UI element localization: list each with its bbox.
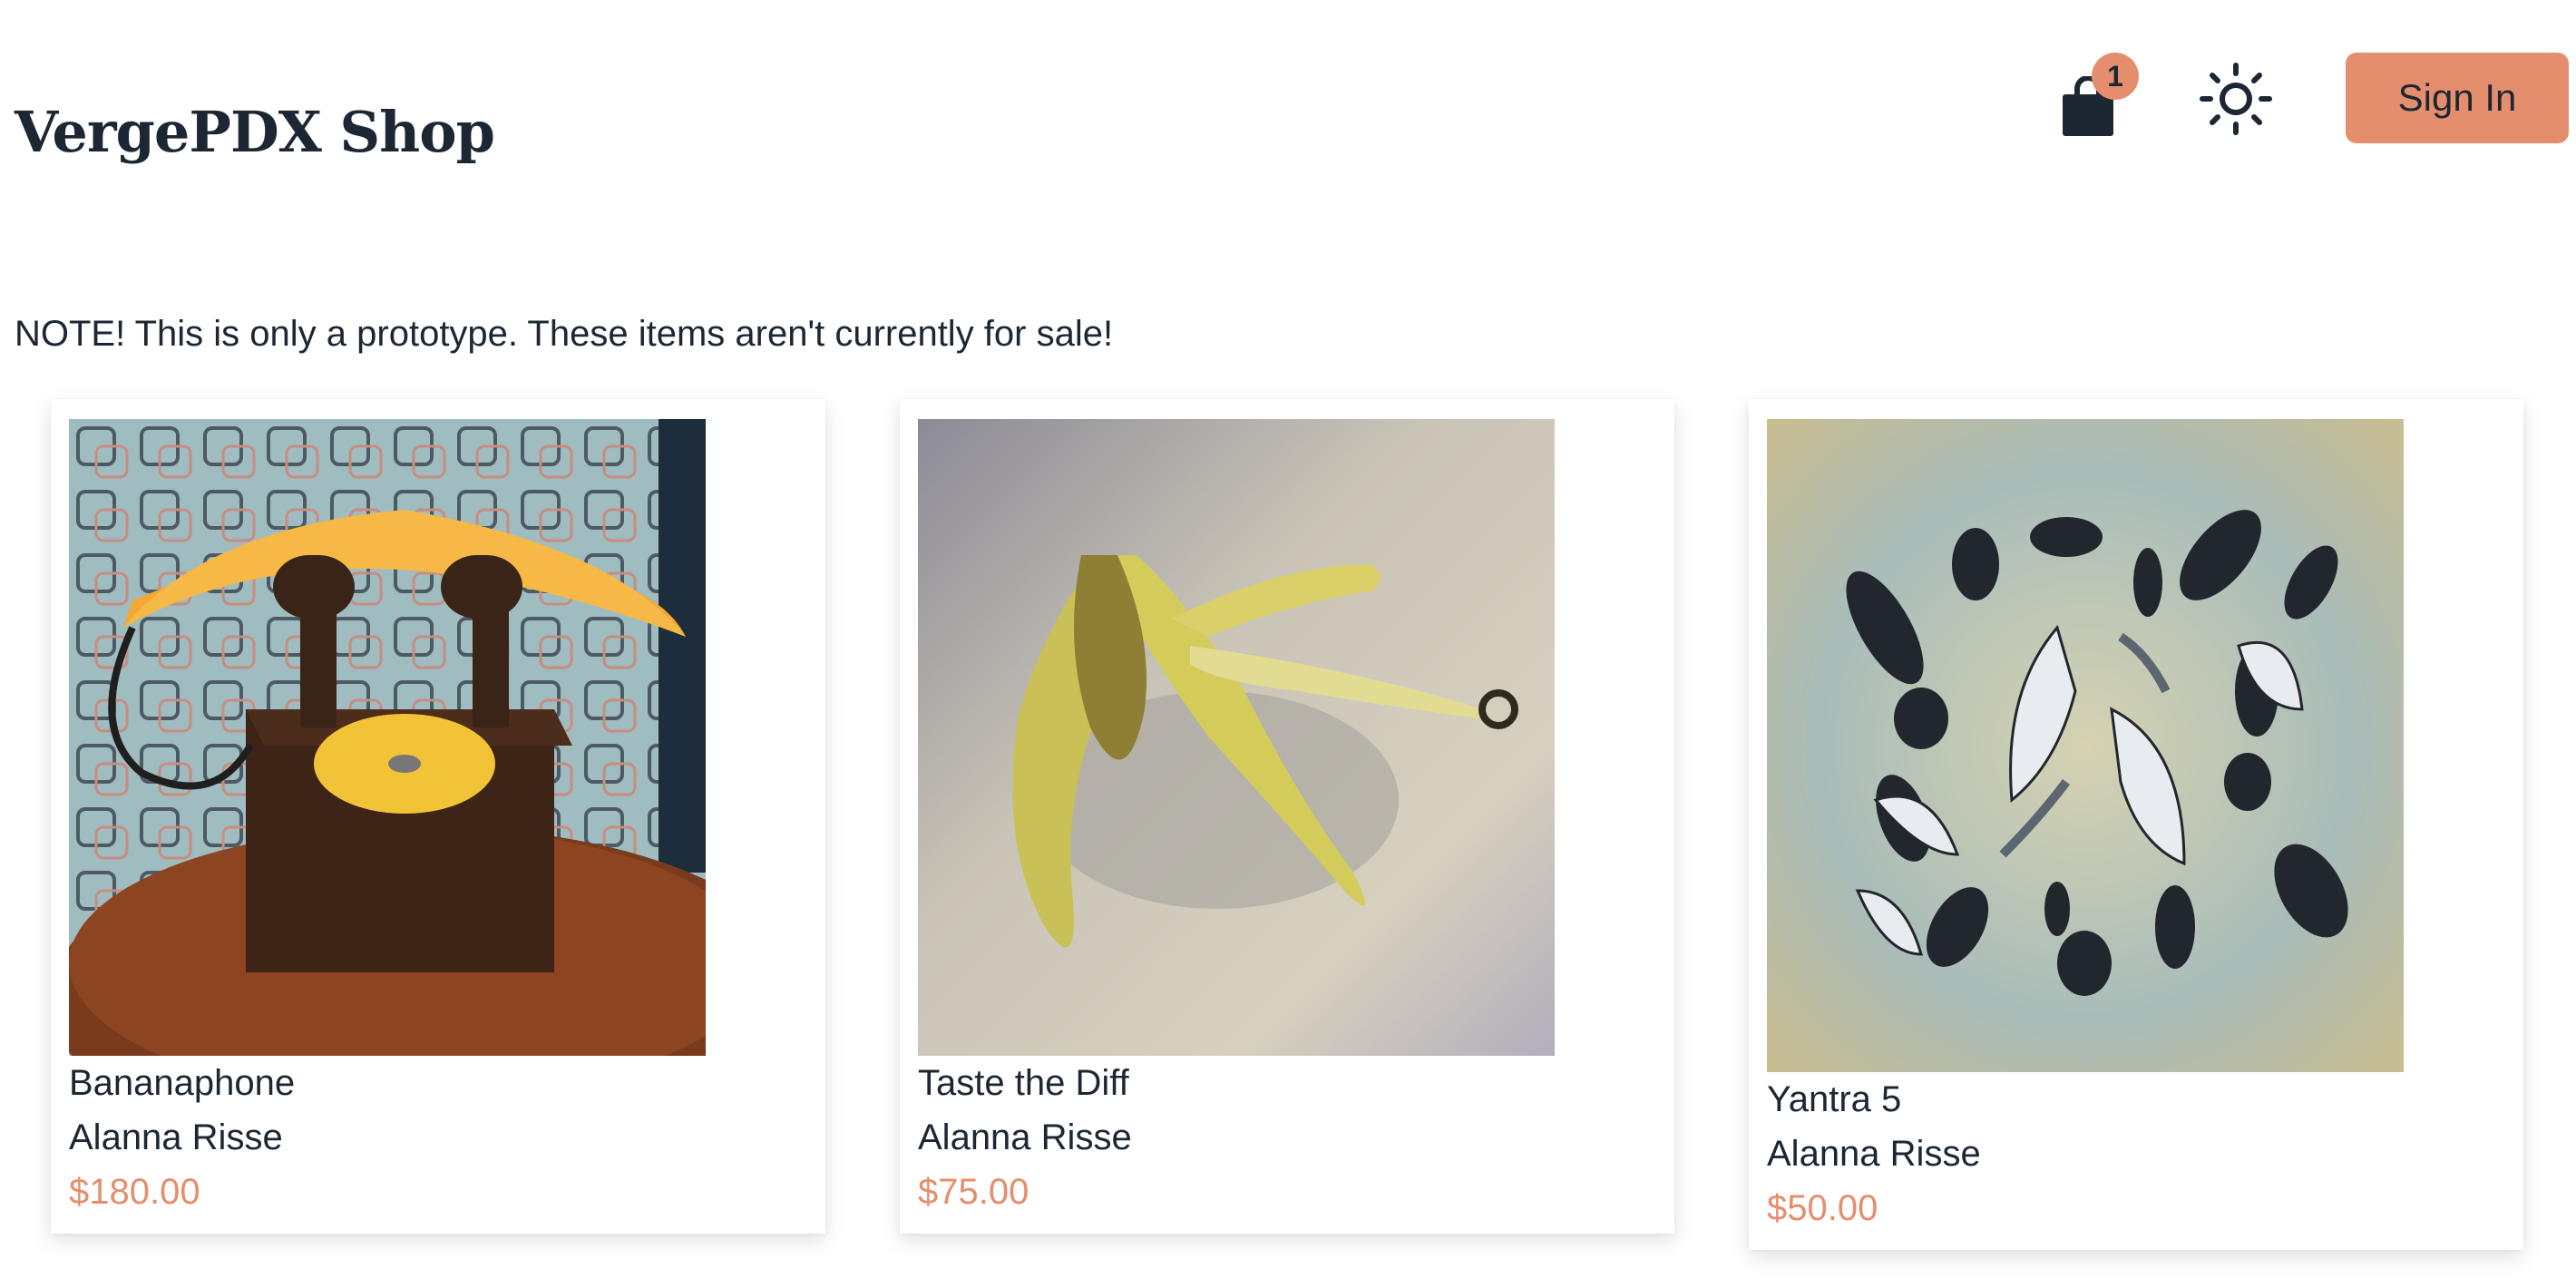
sun-icon — [2200, 63, 2272, 135]
product-card[interactable]: Bananaphone Alanna Risse $180.00 — [51, 399, 825, 1234]
product-grid: Bananaphone Alanna Risse $180.00 Taste t… — [51, 399, 2536, 1270]
product-title[interactable]: Bananaphone — [69, 1056, 795, 1110]
product-title[interactable]: Taste the Diff — [918, 1056, 1644, 1110]
cart-button[interactable]: 1 — [2032, 53, 2139, 147]
site-title[interactable]: VergePDX Shop — [15, 101, 495, 163]
product-artist: Alanna Risse — [69, 1117, 283, 1157]
shop-page: VergePDX Shop 1 Sign In NOTE! This is on… — [0, 0, 2576, 1288]
sign-in-button[interactable]: Sign In — [2346, 53, 2569, 143]
product-info: Taste the Diff Alanna Risse $75.00 — [918, 1056, 1644, 1219]
product-card[interactable]: Yantra 5 Alanna Risse $50.00 — [1749, 399, 2523, 1250]
product-price: $75.00 — [918, 1172, 1029, 1212]
product-title[interactable]: Yantra 5 — [1767, 1072, 2493, 1127]
product-info: Bananaphone Alanna Risse $180.00 — [69, 1056, 795, 1219]
header-actions: 1 Sign In — [2032, 53, 2576, 147]
prototype-notice: NOTE! This is only a prototype. These it… — [15, 314, 1114, 354]
cart-count-badge: 1 — [2092, 53, 2139, 100]
product-image[interactable] — [918, 419, 1555, 1056]
product-image[interactable] — [69, 419, 706, 1056]
product-image[interactable] — [1767, 419, 2404, 1072]
product-price: $50.00 — [1767, 1188, 1878, 1228]
product-card[interactable]: Taste the Diff Alanna Risse $75.00 — [900, 399, 1674, 1234]
product-info: Yantra 5 Alanna Risse $50.00 — [1767, 1072, 2493, 1235]
product-artist: Alanna Risse — [918, 1117, 1132, 1157]
theme-toggle-button[interactable] — [2195, 58, 2277, 140]
product-price: $180.00 — [69, 1172, 200, 1212]
product-artist: Alanna Risse — [1767, 1134, 1981, 1174]
